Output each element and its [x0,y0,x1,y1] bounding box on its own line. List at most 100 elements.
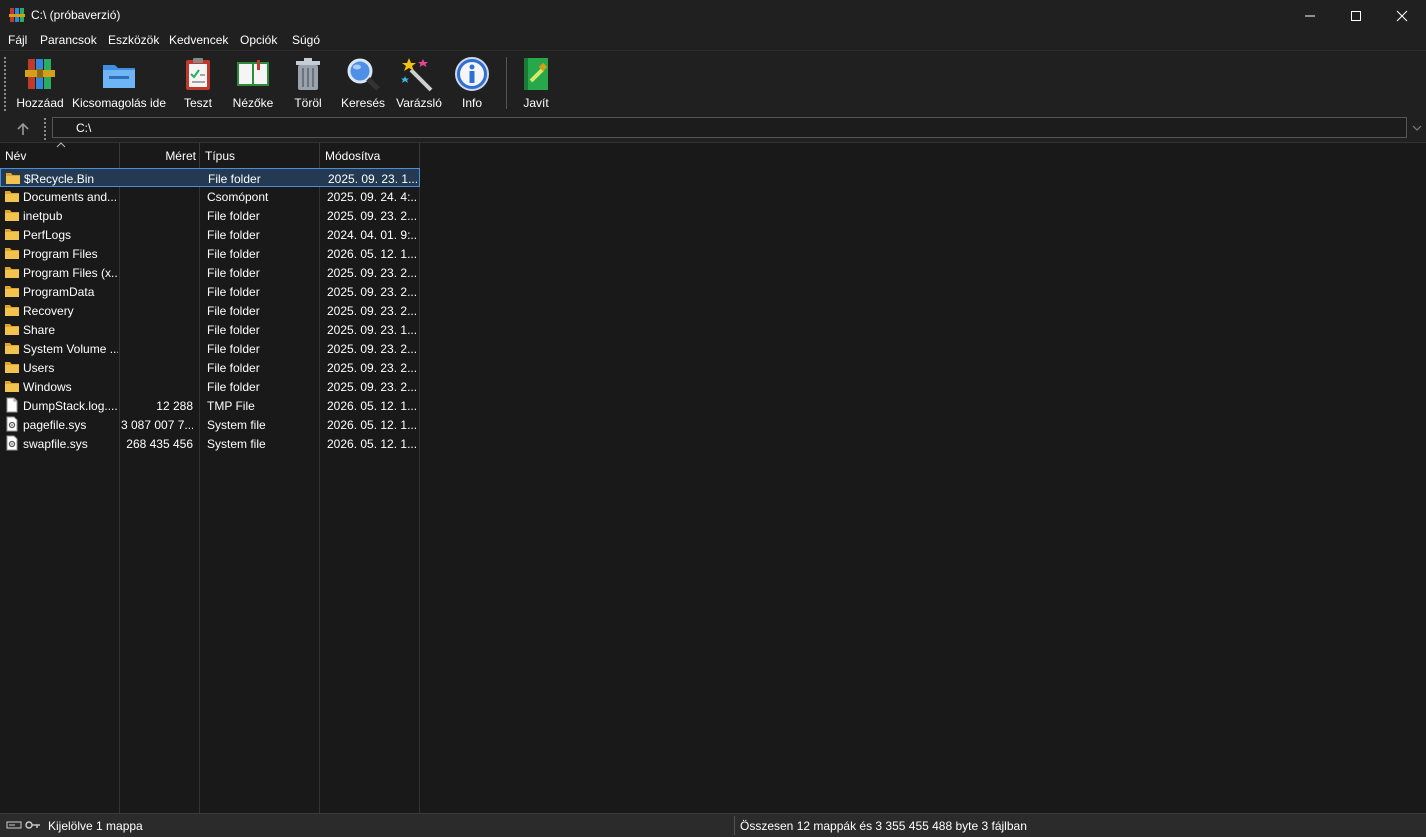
file-name: pagefile.sys [23,418,87,432]
folder-icon [5,381,19,392]
table-row[interactable]: swapfile.sys 268 435 456 System file 2026. … [0,434,420,453]
delete-button[interactable]: Töröl [288,54,328,114]
column-header-name[interactable]: Név [0,142,120,167]
close-icon [1396,10,1408,21]
wizard-label: Varázsló [396,96,442,110]
menu-favorites[interactable]: Kedvencek [169,33,228,47]
file-name: DumpStack.log.... [23,399,118,413]
add-button[interactable]: Hozzáad [16,54,64,114]
folder-icon [5,324,19,335]
close-button[interactable] [1379,0,1425,31]
column-size-label: Méret [165,149,196,163]
column-header-type[interactable]: Típus [200,143,320,167]
table-row[interactable]: Program Files File folder 2026. 05. 12. 1.… [0,244,420,263]
file-name: inetpub [23,209,63,223]
table-row[interactable]: System Volume ... File folder 2025. 09. 23… [0,339,420,358]
table-row[interactable]: Windows File folder 2025. 09. 23. 2... [0,377,420,396]
file-modified: 2025. 09. 23. 1... [327,323,417,337]
chevron-down-icon [1412,125,1422,131]
menu-commands[interactable]: Parancsok [40,33,97,47]
maximize-icon [1351,10,1361,21]
menu-help[interactable]: Súgó [292,33,320,47]
arrow-up-icon [17,122,29,135]
selection-status: Kijelölve 1 mappa [48,819,143,833]
test-label: Teszt [183,96,212,110]
find-button[interactable]: Keresés [340,54,386,114]
folder-icon [5,305,19,316]
menu-file[interactable]: Fájl [8,33,27,47]
up-one-level-button[interactable] [13,119,33,139]
column-header-modified[interactable]: Módosítva [320,143,420,167]
column-header-size[interactable]: Méret [120,143,200,167]
clipboard-check-icon [186,58,210,90]
file-type: File folder [207,361,260,375]
test-button[interactable]: Teszt [178,54,218,114]
file-list[interactable]: Név Méret Típus Módosítva $Recycle.Bin Fi… [0,142,1426,813]
table-row[interactable]: $Recycle.Bin File folder 2025. 09. 23. 1..… [0,168,420,187]
viewer-button[interactable]: Nézőke [230,54,276,114]
menu-tools[interactable]: Eszközök [108,33,159,47]
file-size: 3 087 007 7... [121,418,193,432]
menu-options[interactable]: Opciók [240,33,277,47]
table-row[interactable]: inetpub File folder 2025. 09. 23. 2... [0,206,420,225]
folder-extract-icon [103,65,135,88]
column-type-label: Típus [205,149,236,163]
table-row[interactable]: DumpStack.log.... 12 288 TMP File 2026. 05.… [0,396,420,415]
file-modified: 2024. 04. 01. 9:... [327,228,417,242]
file-modified: 2025. 09. 24. 4:... [327,190,417,204]
file-name: swapfile.sys [23,437,88,451]
address-input[interactable] [52,117,1407,138]
file-name: Windows [23,380,72,394]
table-row[interactable]: Program Files (x... File folder 2025. 09. … [0,263,420,282]
key-icon [25,821,40,829]
address-dropdown-button[interactable] [1410,120,1424,136]
sort-ascending-icon [56,142,66,148]
file-name: System Volume ... [23,342,118,356]
extract-to-button[interactable]: Kicsomagolás ide [72,54,166,114]
file-type: File folder [207,285,260,299]
table-row[interactable]: PerfLogs File folder 2024. 04. 01. 9:... [0,225,420,244]
wizard-button[interactable]: Varázsló [396,54,442,114]
winrar-app-icon [9,8,25,22]
file-modified: 2025. 09. 23. 2... [327,361,417,375]
folder-icon [6,173,20,184]
trash-can-icon [296,58,320,90]
folder-icon [5,248,19,259]
toolbar-separator [506,57,507,109]
file-name: Users [23,361,55,375]
folder-icon [5,229,19,240]
magnifier-icon [347,58,380,91]
file-name: PerfLogs [23,228,72,242]
file-type: Csomópont [207,190,269,204]
repair-button[interactable]: Javít [516,54,556,114]
folder-icon [5,191,19,202]
table-row[interactable]: ProgramData File folder 2025. 09. 23. 2... [0,282,420,301]
menu-bar: Fájl Parancsok Eszközök Kedvencek Opciók… [0,31,1426,50]
info-button[interactable]: Info [452,54,492,114]
file-name: Documents and... [23,190,118,204]
file-name: Recovery [23,304,74,318]
file-type: File folder [207,380,260,394]
file-name: ProgramData [23,285,95,299]
file-modified: 2025. 09. 23. 2... [327,285,417,299]
toolbar-grip[interactable] [4,57,8,111]
magic-wand-icon [401,58,433,92]
table-row[interactable]: Share File folder 2025. 09. 23. 1... [0,320,420,339]
info-icon [455,57,489,91]
table-row[interactable]: Recovery File folder 2025. 09. 23. 2... [0,301,420,320]
folder-icon [5,362,19,373]
minimize-button[interactable] [1287,0,1333,31]
folder-icon [5,210,19,221]
file-type: File folder [207,323,260,337]
total-status: Összesen 12 mappák és 3 355 455 488 byte… [740,819,1027,833]
drive-icon [6,821,22,829]
file-modified: 2025. 09. 23. 2... [327,266,417,280]
maximize-button[interactable] [1333,0,1379,31]
file-modified: 2025. 09. 23. 2... [327,304,417,318]
table-row[interactable]: pagefile.sys 3 087 007 7... System file 202… [0,415,420,434]
file-type: System file [207,437,266,451]
table-row[interactable]: Users File folder 2025. 09. 23. 2... [0,358,420,377]
address-bar [0,115,1426,142]
toolbar: Hozzáad Kicsomagolás ide Teszt Nézőke Tö… [0,50,1426,116]
table-row[interactable]: Documents and... Csomópont 2025. 09. 24. 4… [0,187,420,206]
